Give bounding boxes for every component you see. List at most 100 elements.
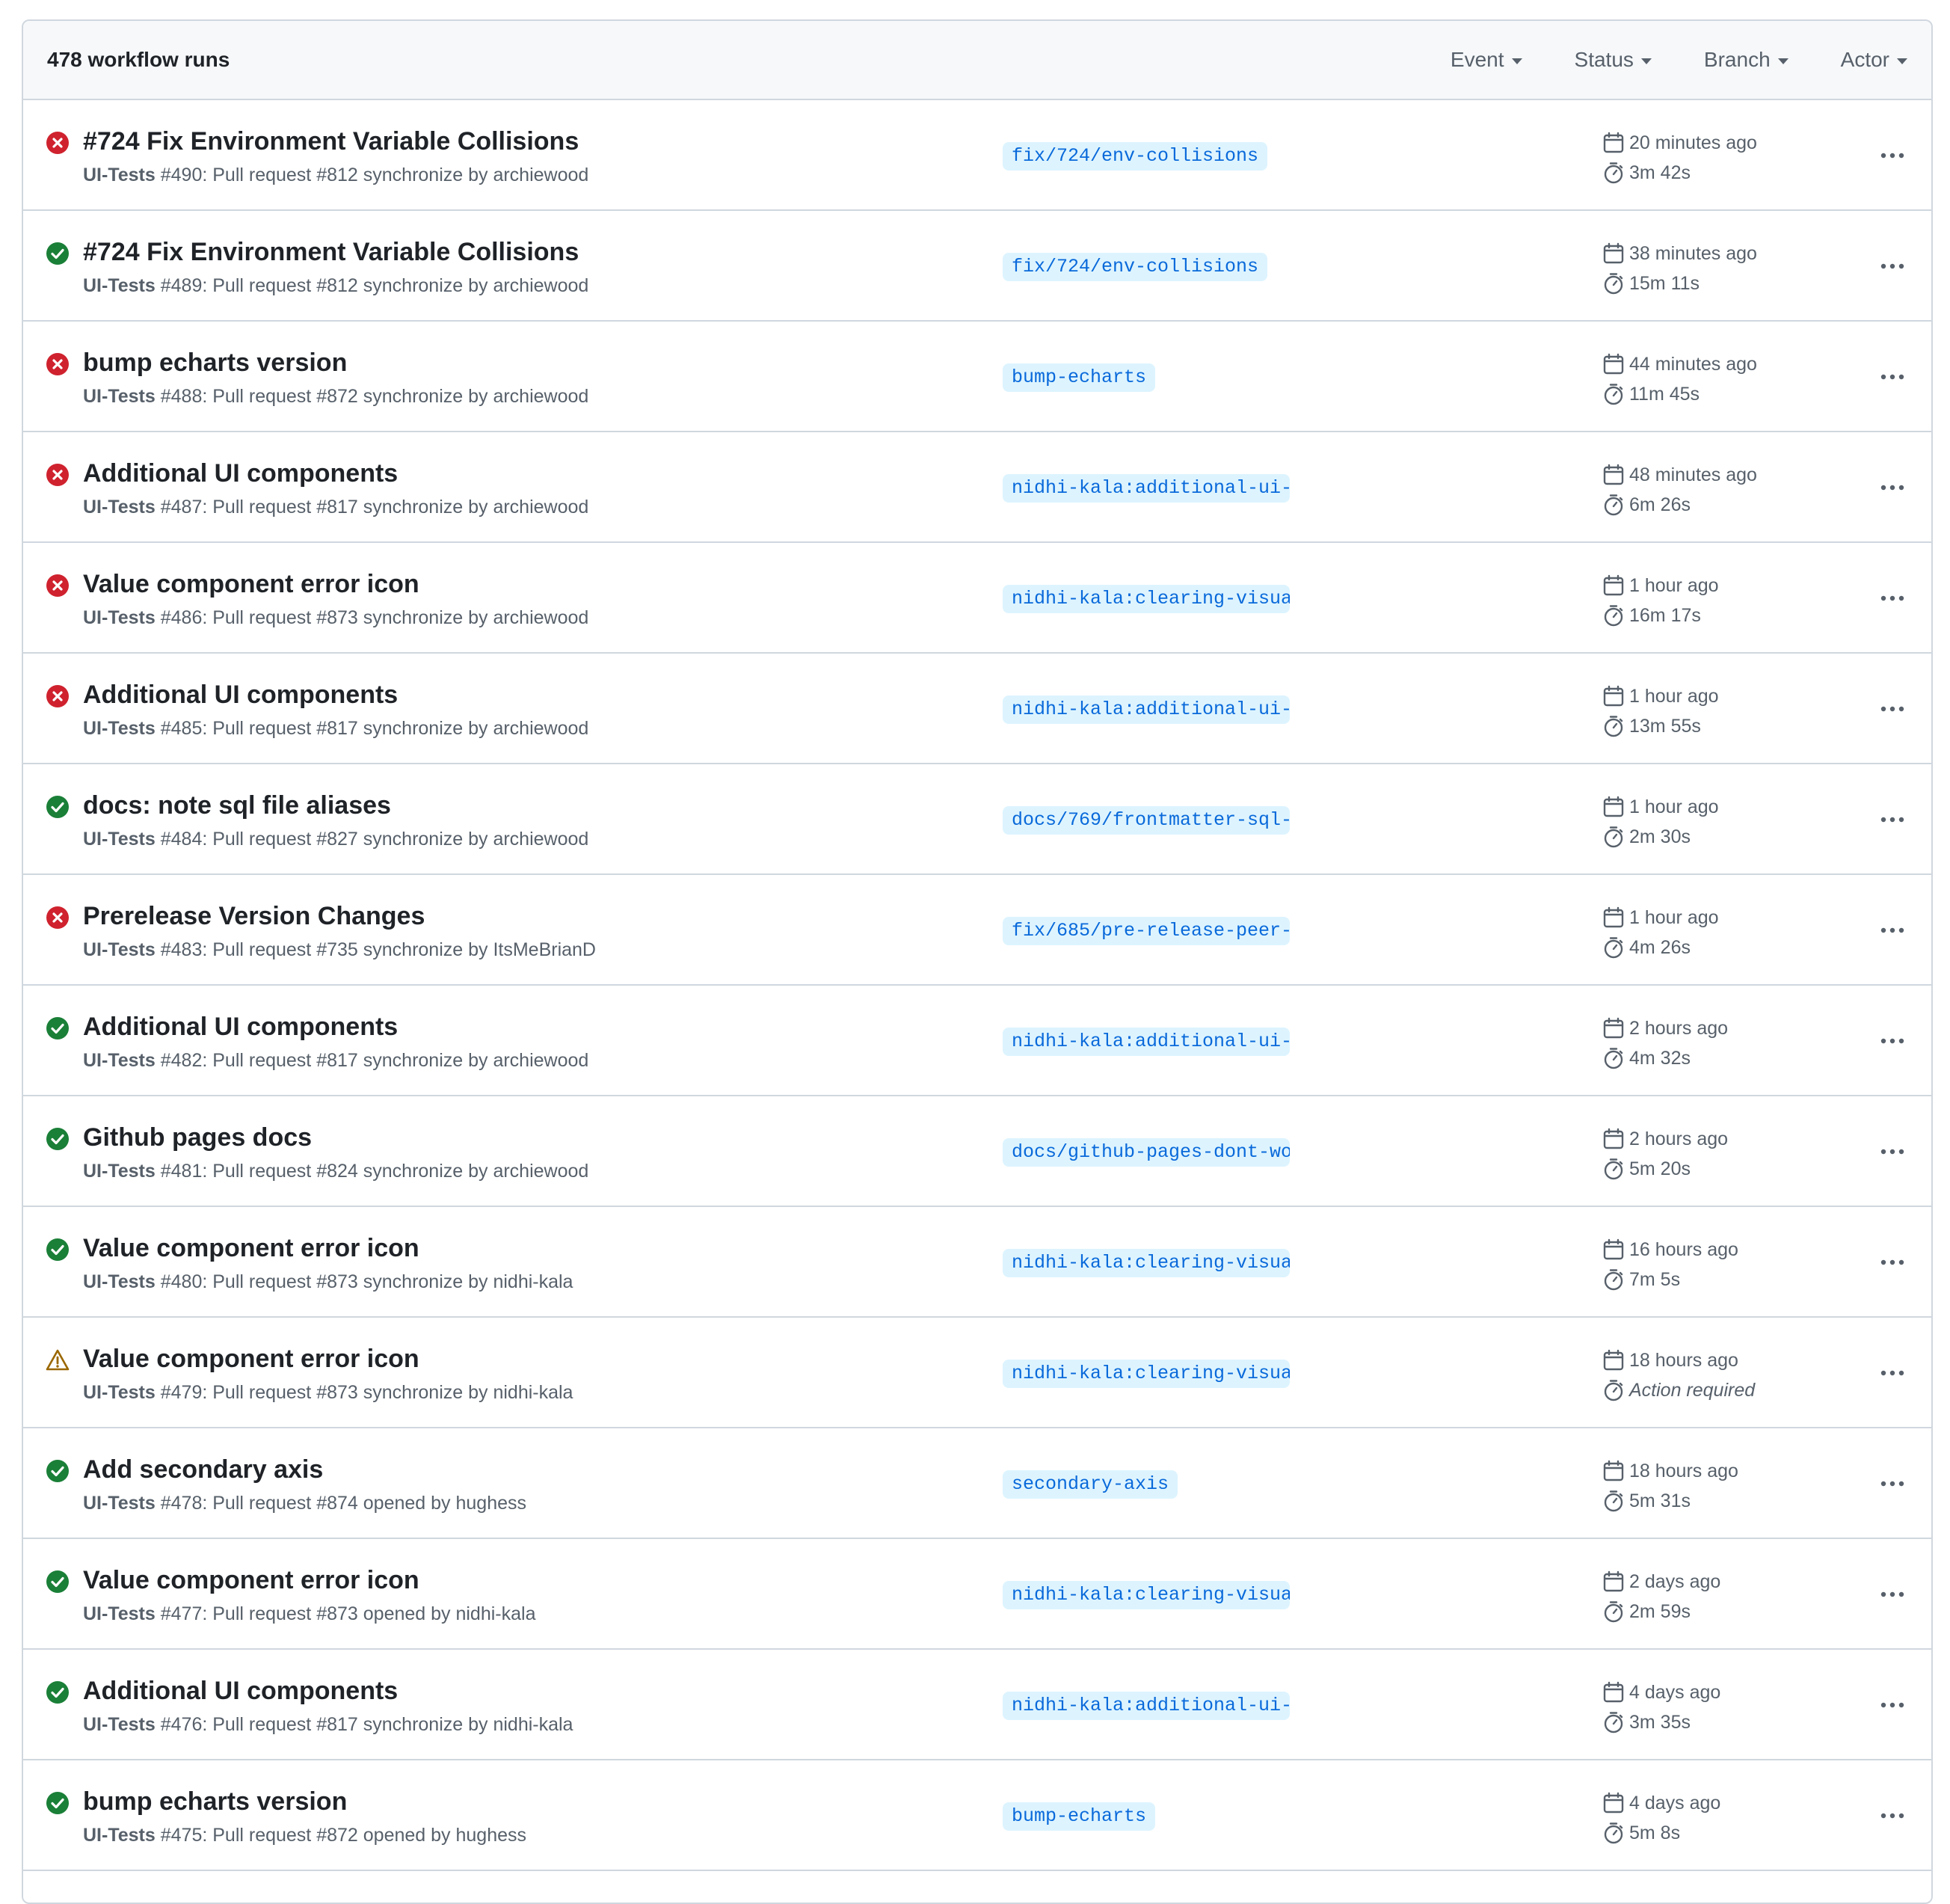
run-title[interactable]: Add secondary axis [83, 1455, 323, 1484]
branch-label[interactable]: fix/724/env-collisions [1003, 142, 1268, 171]
workflow-run-row[interactable]: Additional UI components UI-Tests #487: P… [23, 432, 1931, 543]
workflow-name[interactable]: UI-Tests [83, 1050, 156, 1071]
chevron-down-icon [1511, 58, 1522, 64]
branch-label[interactable]: nidhi-kala:additional-ui-… [1003, 1028, 1290, 1056]
run-title[interactable]: Additional UI components [83, 1013, 398, 1042]
kebab-horizontal-icon[interactable] [1874, 1029, 1910, 1053]
workflow-name[interactable]: UI-Tests [83, 275, 156, 296]
workflow-name[interactable]: UI-Tests [83, 1603, 156, 1624]
workflow-run-row[interactable]: Additional UI components UI-Tests #482: P… [23, 986, 1931, 1096]
kebab-horizontal-icon[interactable] [1874, 1582, 1910, 1606]
run-title[interactable]: Value component error icon [83, 1566, 419, 1595]
alert-icon [46, 1348, 70, 1372]
workflow-run-row[interactable]: Additional UI components UI-Tests #485: P… [23, 654, 1931, 764]
run-title[interactable]: Prerelease Version Changes [83, 902, 425, 931]
workflow-run-row[interactable]: #724 Fix Environment Variable Collisions… [23, 100, 1931, 211]
kebab-horizontal-icon[interactable] [1874, 808, 1910, 832]
run-meta: UI-Tests #485: Pull request #817 synchro… [83, 718, 588, 740]
kebab-horizontal-icon[interactable] [1874, 918, 1910, 942]
branch-label[interactable]: nidhi-kala:additional-ui-… [1003, 695, 1290, 724]
run-duration: 2m 30s [1602, 826, 1691, 848]
check-circle-icon [46, 1127, 70, 1151]
run-date-text: 1 hour ago [1629, 906, 1719, 928]
workflow-run-row[interactable]: docs: note sql file aliases UI-Tests #484… [23, 764, 1931, 875]
workflow-name[interactable]: UI-Tests [83, 1825, 156, 1846]
run-date: 2 hours ago [1602, 1017, 1728, 1039]
kebab-horizontal-icon[interactable] [1874, 586, 1910, 610]
workflow-run-row[interactable]: #724 Fix Environment Variable Collisions… [23, 211, 1931, 322]
run-title[interactable]: Additional UI components [83, 681, 398, 710]
branch-label[interactable]: nidhi-kala:clearing-visua… [1003, 1249, 1290, 1277]
workflow-name[interactable]: UI-Tests [83, 1493, 156, 1514]
workflow-name[interactable]: UI-Tests [83, 718, 156, 739]
workflow-run-row[interactable]: Value component error icon UI-Tests #486:… [23, 543, 1931, 654]
branch-label[interactable]: nidhi-kala:clearing-visua… [1003, 1360, 1290, 1388]
workflow-name[interactable]: UI-Tests [83, 1161, 156, 1182]
event-filter[interactable]: Event [1451, 48, 1522, 72]
branch-label[interactable]: fix/685/pre-release-peer-… [1003, 917, 1290, 945]
workflow-run-row[interactable]: Github pages docs UI-Tests #481: Pull req… [23, 1096, 1931, 1207]
run-title[interactable]: docs: note sql file aliases [83, 791, 391, 820]
branch-label[interactable]: nidhi-kala:clearing-visua… [1003, 1581, 1290, 1609]
branch-label[interactable]: fix/724/env-collisions [1003, 253, 1268, 281]
run-duration-text: 3m 42s [1629, 162, 1691, 183]
workflow-run-row[interactable]: Additional UI components UI-Tests #476: P… [23, 1650, 1931, 1760]
run-date: 2 days ago [1602, 1570, 1720, 1593]
run-duration-text: 5m 31s [1629, 1490, 1691, 1511]
branch-label[interactable]: secondary-axis [1003, 1470, 1178, 1499]
x-circle-icon [46, 684, 70, 708]
run-title[interactable]: Github pages docs [83, 1123, 312, 1152]
workflow-name[interactable]: UI-Tests [83, 386, 156, 407]
workflow-name[interactable]: UI-Tests [83, 1714, 156, 1735]
branch-label[interactable]: docs/github-pages-dont-wo… [1003, 1138, 1290, 1167]
kebab-horizontal-icon[interactable] [1874, 1361, 1910, 1385]
run-date-text: 1 hour ago [1629, 796, 1719, 817]
workflow-run-row[interactable]: bump echarts version UI-Tests #488: Pull … [23, 322, 1931, 432]
workflow-run-row[interactable]: Value component error icon UI-Tests #479:… [23, 1318, 1931, 1428]
workflow-run-row[interactable]: Value component error icon UI-Tests #480:… [23, 1207, 1931, 1318]
stopwatch-icon [1602, 604, 1625, 627]
kebab-horizontal-icon[interactable] [1874, 144, 1910, 168]
run-meta-text: #476: Pull request #817 synchronize by n… [155, 1714, 573, 1735]
workflow-name[interactable]: UI-Tests [83, 1271, 156, 1292]
run-date: 48 minutes ago [1602, 464, 1757, 486]
run-title[interactable]: Value component error icon [83, 1345, 419, 1374]
run-title[interactable]: #724 Fix Environment Variable Collisions [83, 238, 579, 267]
kebab-horizontal-icon[interactable] [1874, 1140, 1910, 1164]
run-title[interactable]: #724 Fix Environment Variable Collisions [83, 127, 579, 156]
kebab-horizontal-icon[interactable] [1874, 1804, 1910, 1828]
branch-label[interactable]: nidhi-kala:additional-ui-… [1003, 474, 1290, 503]
kebab-horizontal-icon[interactable] [1874, 1250, 1910, 1274]
workflow-name[interactable]: UI-Tests [83, 939, 156, 960]
actor-filter[interactable]: Actor [1841, 48, 1907, 72]
run-title[interactable]: bump echarts version [83, 1787, 347, 1817]
run-title[interactable]: Value component error icon [83, 570, 419, 599]
workflow-name[interactable]: UI-Tests [83, 165, 156, 185]
run-title[interactable]: bump echarts version [83, 348, 347, 378]
workflow-run-row[interactable]: Value component error icon UI-Tests #477:… [23, 1539, 1931, 1650]
kebab-horizontal-icon[interactable] [1874, 365, 1910, 389]
workflow-run-row[interactable]: bump echarts version UI-Tests #475: Pull … [23, 1760, 1931, 1871]
branch-label[interactable]: nidhi-kala:additional-ui-… [1003, 1692, 1290, 1720]
branch-label[interactable]: bump-echarts [1003, 363, 1156, 392]
kebab-horizontal-icon[interactable] [1874, 1693, 1910, 1717]
kebab-horizontal-icon[interactable] [1874, 476, 1910, 500]
branch-filter[interactable]: Branch [1704, 48, 1788, 72]
status-filter[interactable]: Status [1575, 48, 1652, 72]
calendar-icon [1602, 132, 1625, 154]
kebab-horizontal-icon[interactable] [1874, 697, 1910, 721]
workflow-run-row[interactable]: Prerelease Version Changes UI-Tests #483:… [23, 875, 1931, 986]
kebab-horizontal-icon[interactable] [1874, 1472, 1910, 1496]
run-title[interactable]: Additional UI components [83, 459, 398, 488]
kebab-horizontal-icon[interactable] [1874, 254, 1910, 278]
workflow-name[interactable]: UI-Tests [83, 607, 156, 628]
branch-label[interactable]: bump-echarts [1003, 1802, 1156, 1831]
run-title[interactable]: Additional UI components [83, 1677, 398, 1706]
workflow-name[interactable]: UI-Tests [83, 829, 156, 850]
branch-label[interactable]: docs/769/frontmatter-sql-… [1003, 806, 1290, 835]
workflow-name[interactable]: UI-Tests [83, 1382, 156, 1403]
branch-label[interactable]: nidhi-kala:clearing-visua… [1003, 585, 1290, 613]
workflow-run-row[interactable]: Add secondary axis UI-Tests #478: Pull re… [23, 1428, 1931, 1539]
run-title[interactable]: Value component error icon [83, 1234, 419, 1263]
workflow-name[interactable]: UI-Tests [83, 497, 156, 518]
